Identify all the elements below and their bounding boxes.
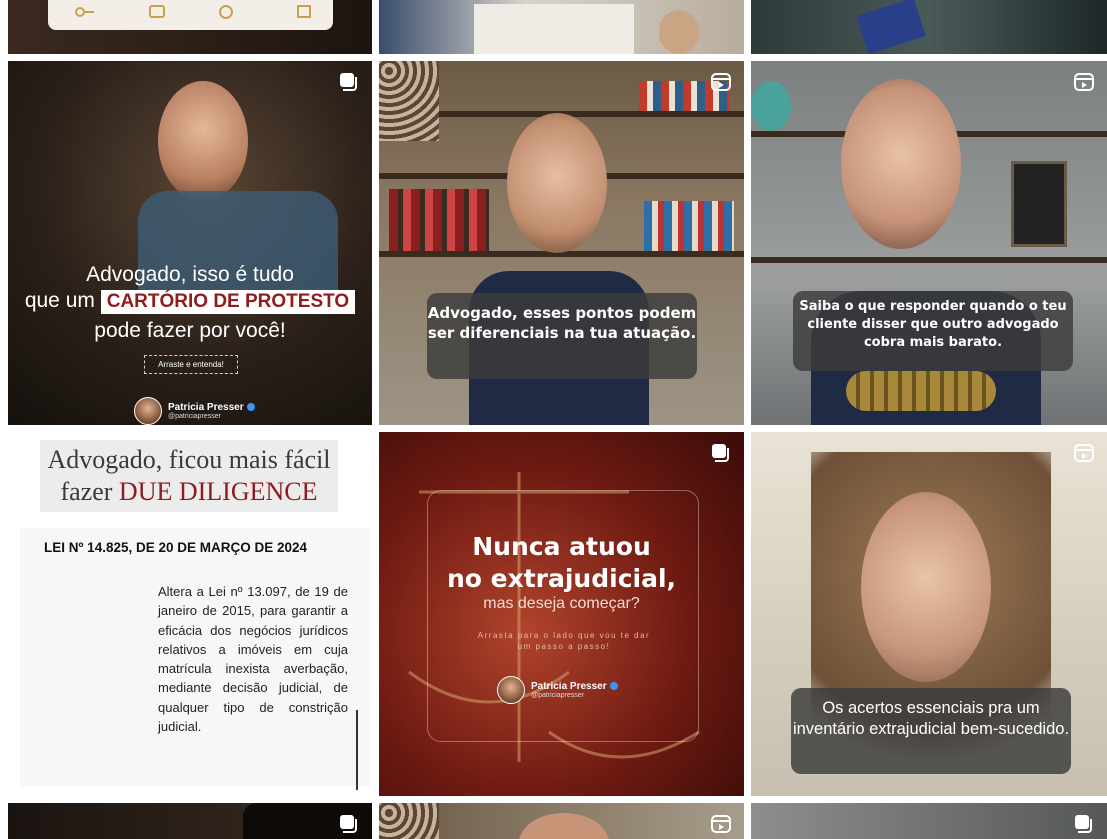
- book-shape: [856, 0, 926, 54]
- caption-bubble: Advogado, esses pontos podem ser diferen…: [427, 293, 697, 379]
- profile-name: Patricia Presser: [531, 681, 618, 692]
- reel-icon: [711, 73, 731, 91]
- reel-icon: [711, 815, 731, 833]
- woman-face: [841, 79, 961, 249]
- post-due-diligence[interactable]: Advogado, ficou mais fácil fazer DUE DIL…: [8, 432, 372, 796]
- title-line-1: Advogado, ficou mais fácil: [47, 445, 331, 474]
- carousel-icon: [340, 73, 357, 91]
- verified-icon: [609, 682, 618, 691]
- profile-handle: @patriciapresser: [531, 692, 585, 699]
- carousel-icon: [340, 815, 357, 833]
- title-line-2: fazer DUE DILIGENCE: [60, 477, 318, 506]
- caption-line-2: que um CARTÓRIO DE PROTESTO: [8, 289, 372, 314]
- picture-frame: [1011, 161, 1067, 247]
- divider: [356, 710, 358, 790]
- due-diligence-highlight: DUE DILIGENCE: [118, 477, 318, 506]
- headline-sub: mas deseja começar?: [483, 595, 640, 612]
- woman-face: [519, 813, 609, 839]
- woman-face: [507, 113, 607, 253]
- gold-necklace: [846, 371, 996, 411]
- law-body: Altera a Lei nº 13.097, de 19 de janeiro…: [158, 584, 348, 735]
- hand-shape: [659, 10, 699, 54]
- law-title: LEI Nº 14.825, DE 20 DE MARÇO DE 2024: [44, 540, 308, 555]
- swipe-button: Arraste e entenda!: [144, 355, 238, 374]
- teal-vase: [751, 81, 791, 131]
- toolbar-icons: [75, 5, 311, 19]
- swipe-hint: Arrasta para o lado que vou te dar um pa…: [477, 631, 651, 651]
- post-tile-top-1[interactable]: [8, 0, 372, 54]
- profile-badge: Patricia Presser @patriciapresser: [497, 676, 618, 704]
- leopard-pillow: [379, 61, 439, 141]
- shelf: [751, 257, 1107, 263]
- profile-handle: @patriciapresser: [168, 413, 222, 420]
- post-cartorio-protesto[interactable]: Advogado, isso é tudo que um CARTÓRIO DE…: [8, 61, 372, 425]
- woman-portrait: [158, 81, 248, 201]
- post-tile-bottom-1[interactable]: [8, 803, 372, 839]
- headline-line-2: no extrajudicial,: [446, 564, 677, 593]
- doc-title: Advogado, ficou mais fácil fazer DUE DIL…: [40, 440, 338, 512]
- post-saiba-responder[interactable]: Saiba o que responder quando o teu clien…: [751, 61, 1107, 425]
- post-tile-bottom-2[interactable]: [379, 803, 744, 839]
- carousel-icon: [1075, 815, 1092, 833]
- post-tile-top-2[interactable]: [379, 0, 744, 54]
- caption-bubble: Os acertos essenciais pra um inventário …: [791, 688, 1071, 774]
- avatar: [134, 397, 162, 425]
- caption-bubble: Saiba o que responder quando o teu clien…: [793, 291, 1073, 371]
- leopard-pillow: [379, 803, 439, 839]
- highlight-cartorio: CARTÓRIO DE PROTESTO: [100, 290, 356, 314]
- phone-card: [48, 0, 333, 30]
- caption-line-1: Advogado, isso é tudo: [86, 263, 294, 286]
- headline-line-1: Nunca atuou: [472, 532, 651, 561]
- post-tile-top-3[interactable]: [751, 0, 1107, 54]
- reel-icon: [1074, 444, 1094, 462]
- post-acertos-inventario[interactable]: Os acertos essenciais pra um inventário …: [751, 432, 1107, 796]
- books: [644, 201, 734, 251]
- reel-icon: [1074, 73, 1094, 91]
- post-nunca-atuou[interactable]: Nunca atuou no extrajudicial, mas deseja…: [379, 432, 744, 796]
- profile-name: Patricia Presser: [168, 402, 255, 413]
- post-tile-bottom-3[interactable]: [751, 803, 1107, 839]
- document-paper: [474, 4, 634, 54]
- post-pontos-diferenciais[interactable]: Advogado, esses pontos podem ser diferen…: [379, 61, 744, 425]
- avatar: [497, 676, 525, 704]
- profile-badge: Patricia Presser @patriciapresser: [134, 397, 255, 425]
- glass-frame: [427, 490, 699, 742]
- books: [389, 189, 489, 251]
- caption-prefix: que um: [24, 289, 95, 312]
- woman-face: [861, 492, 991, 682]
- verified-icon: [246, 403, 255, 412]
- caption-line-3: pode fazer por você!: [94, 319, 286, 342]
- carousel-icon: [712, 444, 729, 462]
